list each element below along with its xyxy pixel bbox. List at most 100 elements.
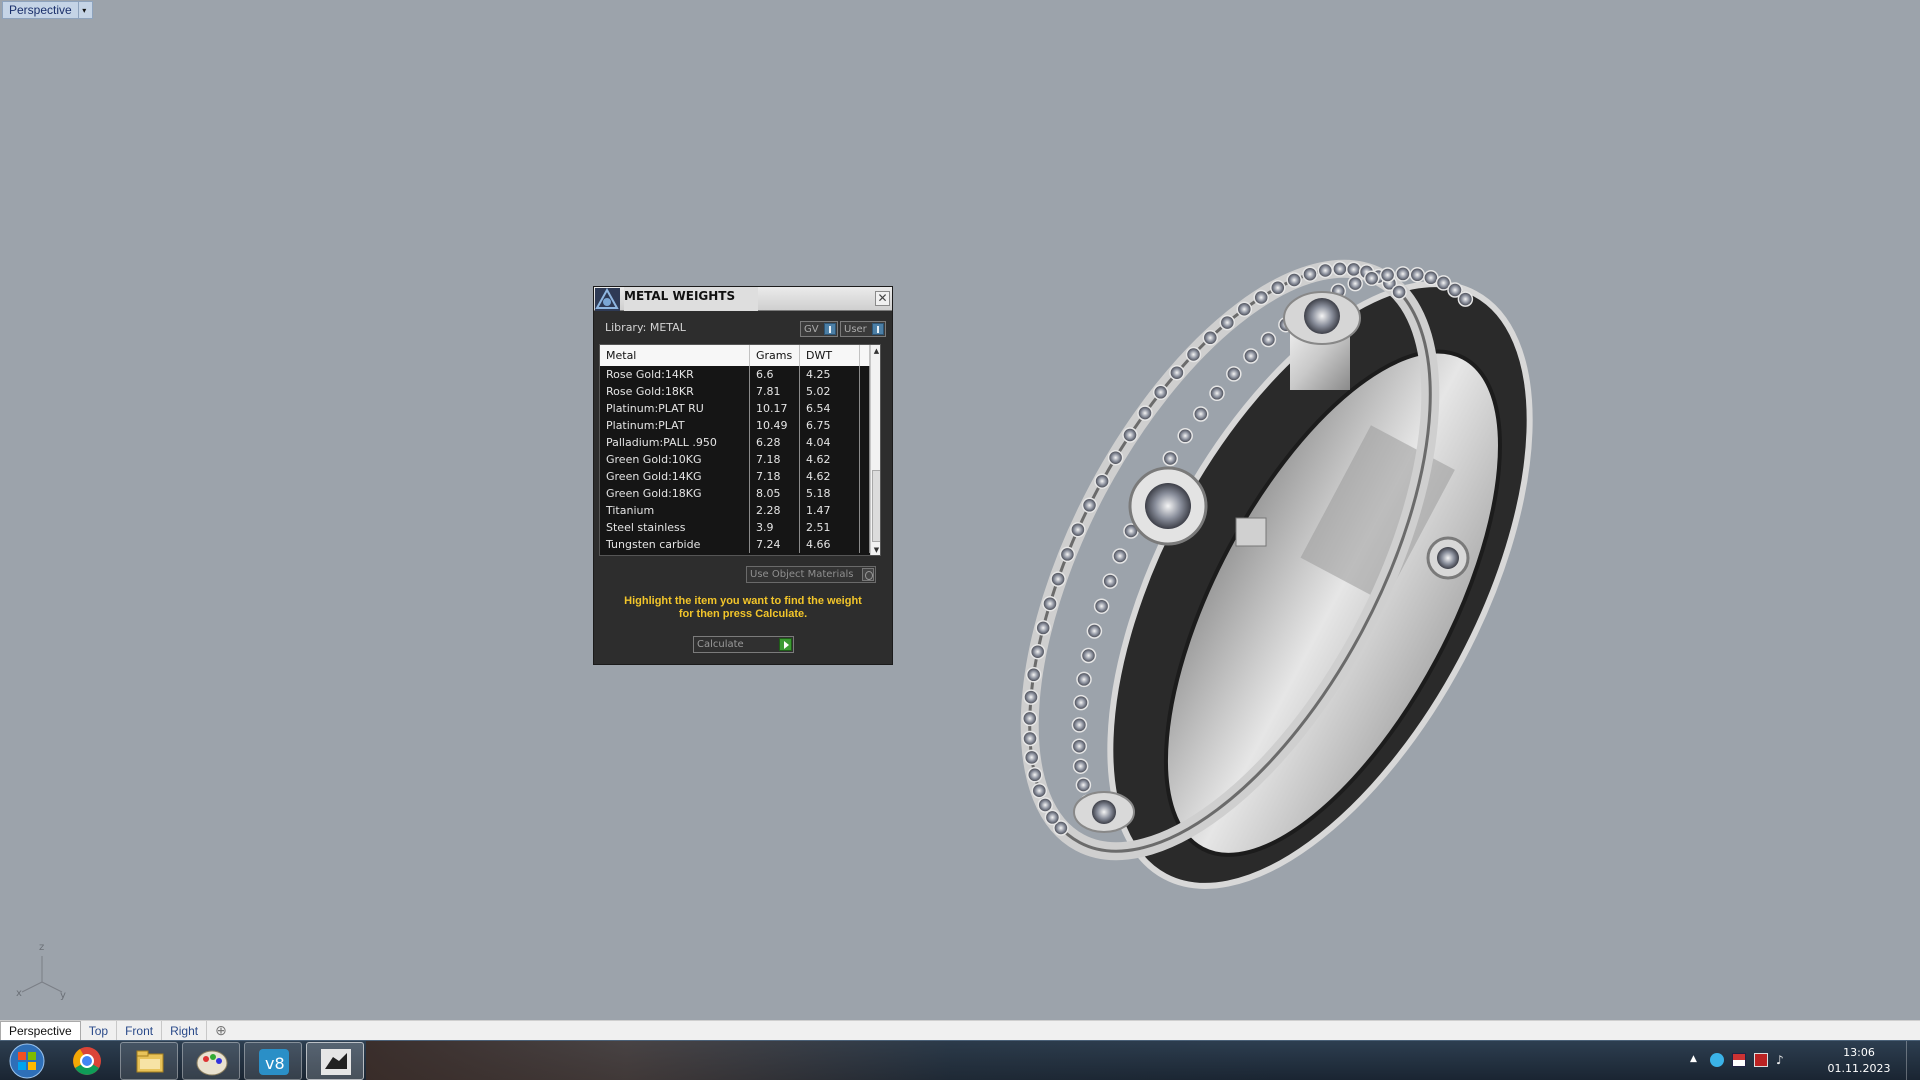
- tab-right[interactable]: Right: [162, 1021, 208, 1040]
- table-row[interactable]: Platinum:PLAT 10.49 6.75: [600, 417, 870, 434]
- column-header-grams[interactable]: Grams: [750, 345, 800, 366]
- column-header-extra: [860, 345, 870, 366]
- table-row[interactable]: Green Gold:18KG 8.05 5.18: [600, 485, 870, 502]
- column-header-metal[interactable]: Metal: [600, 345, 750, 366]
- table-row[interactable]: Rose Gold:18KR 7.81 5.02: [600, 383, 870, 400]
- instruction-text: Highlight the item you want to find the …: [594, 595, 892, 621]
- cell-dwt: 4.62: [800, 468, 860, 485]
- cell-dwt: 1.47: [800, 502, 860, 519]
- cell-grams: 7.24: [750, 536, 800, 553]
- tray-expand-icon[interactable]: ▲: [1690, 1054, 1704, 1068]
- close-icon[interactable]: ✕: [875, 291, 890, 306]
- cell-metal: Rose Gold:14KR: [600, 366, 750, 383]
- cell-grams: 2.28: [750, 502, 800, 519]
- cell-metal: Palladium:PALL .950: [600, 434, 750, 451]
- table-row[interactable]: Green Gold:14KG 7.18 4.62: [600, 468, 870, 485]
- clock-date: 01.11.2023: [1827, 1062, 1891, 1075]
- scroll-down-icon[interactable]: ▼: [871, 544, 880, 555]
- table-row[interactable]: Tungsten carbide 7.24 4.66: [600, 536, 870, 553]
- table-row[interactable]: Green Gold:10KG 7.18 4.62: [600, 451, 870, 468]
- chrome-icon: [73, 1047, 101, 1075]
- cell-dwt: 5.18: [800, 485, 860, 502]
- cell-metal: Green Gold:18KG: [600, 485, 750, 502]
- taskbar-chrome[interactable]: [58, 1042, 116, 1080]
- system-clock[interactable]: 13:06 01.11.2023: [1824, 1045, 1894, 1077]
- cell-grams: 7.18: [750, 468, 800, 485]
- taskbar-vray[interactable]: v8: [244, 1042, 302, 1080]
- use-object-materials-label: Use Object Materials: [750, 569, 854, 580]
- option-icon: [862, 568, 874, 581]
- play-icon: [779, 638, 792, 651]
- file-explorer-icon: [136, 1050, 164, 1073]
- column-header-dwt[interactable]: DWT: [800, 345, 860, 366]
- tab-perspective[interactable]: Perspective: [0, 1021, 81, 1040]
- calculate-button[interactable]: Calculate: [693, 636, 794, 653]
- show-desktop-button[interactable]: [1906, 1041, 1920, 1080]
- table-row[interactable]: Titanium 2.28 1.47: [600, 502, 870, 519]
- table-header: Metal Grams DWT: [600, 345, 870, 366]
- cell-grams: 10.49: [750, 417, 800, 434]
- start-button[interactable]: [4, 1042, 50, 1080]
- cell-extra: [860, 468, 870, 485]
- instruction-line-1: Highlight the item you want to find the …: [624, 595, 862, 607]
- table-row[interactable]: Steel stainless 3.9 2.51: [600, 519, 870, 536]
- rhino-icon: [321, 1049, 351, 1075]
- panel-title-bar[interactable]: METAL WEIGHTS ✕: [594, 287, 892, 311]
- metal-weights-panel[interactable]: METAL WEIGHTS ✕ Library: METAL GV User M…: [593, 286, 893, 665]
- table-row[interactable]: Platinum:PLAT RU 10.17 6.54: [600, 400, 870, 417]
- table-row[interactable]: Rose Gold:14KR 6.6 4.25: [600, 366, 870, 383]
- metal-table[interactable]: Metal Grams DWT Rose Gold:14KR 6.6 4.25 Ro…: [599, 344, 881, 556]
- cell-extra: [860, 536, 870, 553]
- toggle-knob-icon: [872, 323, 884, 335]
- table-scrollbar[interactable]: ▲ ▼: [870, 345, 880, 555]
- tab-top[interactable]: Top: [81, 1021, 118, 1040]
- table-row[interactable]: Palladium:PALL .950 6.28 4.04: [600, 434, 870, 451]
- cell-dwt: 4.66: [800, 536, 860, 553]
- ring-model-render[interactable]: [0, 0, 1920, 1020]
- network-globe-icon[interactable]: [1710, 1053, 1724, 1067]
- use-object-materials-toggle[interactable]: Use Object Materials: [746, 566, 876, 583]
- taskbar-background-preview: [366, 1041, 1666, 1080]
- user-toggle[interactable]: User: [840, 321, 886, 337]
- rhino-viewport[interactable]: Perspective ▾ z x y METAL WEIGHTS ✕ Libr…: [0, 0, 1920, 1020]
- cell-metal: Platinum:PLAT: [600, 417, 750, 434]
- volume-icon[interactable]: ♪: [1776, 1053, 1790, 1067]
- cell-extra: [860, 434, 870, 451]
- cell-extra: [860, 366, 870, 383]
- cell-extra: [860, 485, 870, 502]
- cell-grams: 6.28: [750, 434, 800, 451]
- axis-y-label: y: [60, 990, 66, 1001]
- gv-toggle-label: GV: [804, 323, 819, 335]
- taskbar-paint[interactable]: [182, 1042, 240, 1080]
- cell-extra: [860, 383, 870, 400]
- gv-toggle[interactable]: GV: [800, 321, 838, 337]
- user-toggle-label: User: [844, 323, 867, 335]
- system-tray: ▲ ♪ 13:06 01.11.2023: [1690, 1041, 1920, 1080]
- cell-dwt: 4.04: [800, 434, 860, 451]
- viewport-tabs: Perspective Top Front Right ⊕: [0, 1020, 1920, 1040]
- cell-metal: Green Gold:14KG: [600, 468, 750, 485]
- tab-front[interactable]: Front: [117, 1021, 163, 1040]
- cell-metal: Platinum:PLAT RU: [600, 400, 750, 417]
- cell-metal: Green Gold:10KG: [600, 451, 750, 468]
- action-center-icon[interactable]: [1754, 1053, 1768, 1067]
- language-flag-icon[interactable]: [1732, 1053, 1746, 1067]
- taskbar-explorer[interactable]: [120, 1042, 178, 1080]
- cell-extra: [860, 519, 870, 536]
- cell-grams: 3.9: [750, 519, 800, 536]
- cell-grams: 10.17: [750, 400, 800, 417]
- cell-grams: 6.6: [750, 366, 800, 383]
- cell-dwt: 6.75: [800, 417, 860, 434]
- matrix-logo-icon: [595, 287, 620, 311]
- cell-extra: [860, 502, 870, 519]
- scroll-thumb[interactable]: [872, 470, 880, 542]
- toggle-knob-icon: [824, 323, 836, 335]
- add-viewport-icon[interactable]: ⊕: [207, 1021, 235, 1040]
- scroll-up-icon[interactable]: ▲: [871, 345, 880, 357]
- vray-icon: v8: [259, 1049, 289, 1075]
- cell-metal: Rose Gold:18KR: [600, 383, 750, 400]
- cell-extra: [860, 417, 870, 434]
- axis-gizmo: z x y: [12, 942, 72, 1006]
- taskbar-rhino[interactable]: [306, 1042, 364, 1080]
- cell-metal: Tungsten carbide: [600, 536, 750, 553]
